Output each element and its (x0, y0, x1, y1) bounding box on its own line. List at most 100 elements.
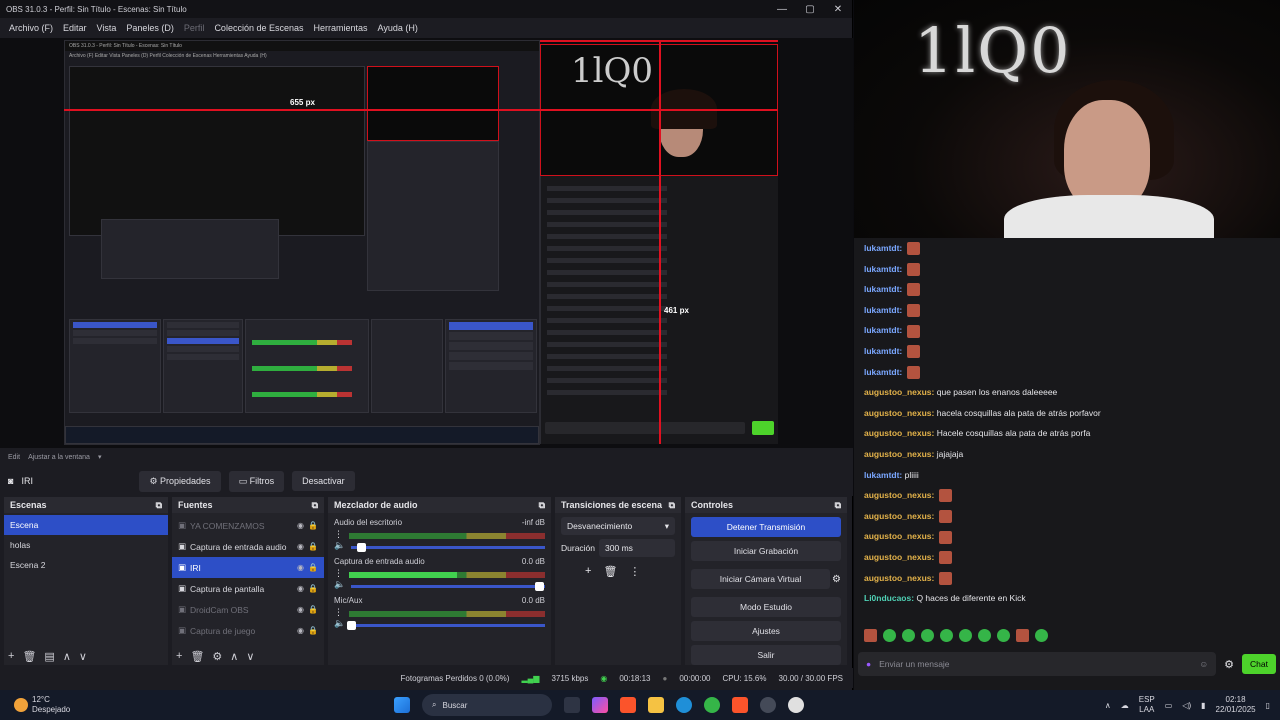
menu-profile[interactable]: Perfil (179, 23, 210, 33)
undock-icon[interactable]: ⧉ (312, 500, 318, 511)
chevron-up-icon[interactable]: ∧ (1105, 701, 1111, 710)
add-icon[interactable]: + (176, 650, 182, 663)
undock-icon[interactable]: ⧉ (156, 500, 162, 511)
lock-icon[interactable]: 🔒 (308, 605, 318, 614)
menu-edit[interactable]: Editar (58, 23, 92, 33)
chat-username[interactable]: augustoo_nexus: (864, 449, 934, 459)
spotify-icon[interactable] (704, 697, 720, 713)
arrow-up-icon[interactable]: ∧ (63, 650, 71, 663)
menu-tools[interactable]: Herramientas (309, 23, 373, 33)
start-virtual-camera-button[interactable]: Iniciar Cámara Virtual (691, 569, 831, 589)
emote-icon[interactable] (1035, 629, 1048, 642)
volume-slider[interactable] (351, 582, 545, 591)
emote-icon[interactable] (864, 629, 877, 642)
gear-icon[interactable]: ⚙ (832, 574, 841, 585)
undock-icon[interactable]: ⧉ (835, 500, 841, 511)
battery-icon[interactable]: ▮ (1201, 701, 1205, 710)
emote-icon[interactable] (959, 629, 972, 642)
duration-input[interactable]: 300 ms (599, 539, 675, 557)
eye-icon[interactable]: ◉ (297, 542, 304, 551)
more-icon[interactable]: ⋮ (334, 607, 343, 618)
start-recording-button[interactable]: Iniciar Grabación (691, 541, 841, 561)
settings-button[interactable]: Ajustes (691, 621, 841, 641)
gear-icon[interactable]: ⚙ (212, 650, 222, 663)
exit-button[interactable]: Salir (691, 645, 841, 665)
minimize-icon[interactable]: — (768, 4, 796, 15)
mic-icon[interactable]: ● (866, 659, 871, 669)
lock-icon[interactable]: 🔒 (308, 542, 318, 551)
more-icon[interactable]: ⋮ (334, 568, 343, 579)
lock-icon[interactable]: 🔒 (308, 626, 318, 635)
emote-icon[interactable] (902, 629, 915, 642)
trash-icon[interactable]: 🗑 (190, 650, 204, 663)
chat-send-button[interactable]: Chat (1242, 654, 1276, 674)
close-icon[interactable]: ✕ (824, 4, 852, 15)
stop-streaming-button[interactable]: Detener Transmisión (691, 517, 841, 537)
arrow-up-icon[interactable]: ∧ (230, 650, 238, 663)
app-icon[interactable] (788, 697, 804, 713)
lock-icon[interactable]: 🔒 (308, 563, 318, 572)
source-item[interactable]: ▣ DroidCam OBS ◉ 🔒 (172, 599, 324, 620)
scene-item[interactable]: Escena (4, 515, 168, 535)
scene-item[interactable]: holas (4, 535, 168, 555)
deactivate-button[interactable]: Desactivar (292, 471, 355, 491)
emote-icon[interactable] (940, 629, 953, 642)
menu-scene-collection[interactable]: Colección de Escenas (209, 23, 308, 33)
menu-help[interactable]: Ayuda (H) (373, 23, 423, 33)
emote-icon[interactable] (978, 629, 991, 642)
emote-icon[interactable] (1016, 629, 1029, 642)
file-explorer-icon[interactable] (648, 697, 664, 713)
filters-button[interactable]: ▭ Filtros (228, 470, 285, 492)
chat-username[interactable]: augustoo_nexus: (864, 511, 934, 521)
chat-username[interactable]: lukamtdt: (864, 367, 902, 377)
source-item[interactable]: ▣ Captura de entrada audio ◉ 🔒 (172, 536, 324, 557)
chat-username[interactable]: lukamtdt: (864, 284, 902, 294)
undock-icon[interactable]: ⧉ (669, 500, 675, 511)
trash-icon[interactable]: 🗑 (603, 565, 617, 578)
obs-app-icon[interactable] (760, 697, 776, 713)
emoji-icon[interactable]: ☺ (1199, 659, 1208, 669)
brave-browser-icon-2[interactable] (732, 697, 748, 713)
chevron-down-icon[interactable]: ▾ (98, 453, 102, 461)
chat-username[interactable]: Li0nducaos: (864, 593, 914, 603)
scene-item[interactable]: Escena 2 (4, 555, 168, 575)
maximize-icon[interactable]: ▢ (796, 4, 824, 15)
add-icon[interactable]: + (8, 650, 14, 663)
lock-icon[interactable]: 🔒 (308, 521, 318, 530)
chat-username[interactable]: augustoo_nexus: (864, 408, 934, 418)
studio-mode-button[interactable]: Modo Estudio (691, 597, 841, 617)
chat-username[interactable]: augustoo_nexus: (864, 387, 934, 397)
eye-icon[interactable]: ◉ (297, 626, 304, 635)
lock-icon[interactable]: 🔒 (308, 584, 318, 593)
speaker-icon[interactable]: 🔈 (334, 579, 345, 590)
chat-username[interactable]: augustoo_nexus: (864, 552, 934, 562)
emote-icon[interactable] (997, 629, 1010, 642)
eye-icon[interactable]: ◉ (297, 605, 304, 614)
volume-icon[interactable]: ◁) (1182, 701, 1191, 710)
volume-slider[interactable] (347, 621, 545, 630)
weather-widget[interactable]: 12°C Despejado (14, 695, 394, 715)
gear-icon[interactable]: ⚙ (1224, 658, 1234, 671)
copilot-icon[interactable] (592, 697, 608, 713)
chat-username[interactable]: lukamtdt: (864, 243, 902, 253)
chat-username[interactable]: lukamtdt: (864, 305, 902, 315)
speaker-icon[interactable]: 🔈 (334, 618, 345, 629)
speaker-icon[interactable]: 🔈 (334, 540, 345, 551)
source-item[interactable]: ▣ YA COMENZAMOS ◉ 🔒 (172, 515, 324, 536)
scale-select[interactable]: Ajustar a la ventana (28, 454, 90, 461)
chat-username[interactable]: augustoo_nexus: (864, 573, 934, 583)
edge-browser-icon[interactable] (676, 697, 692, 713)
add-icon[interactable]: + (585, 565, 591, 578)
cloud-icon[interactable]: ☁ (1121, 701, 1129, 710)
chat-username[interactable]: augustoo_nexus: (864, 490, 934, 500)
chat-username[interactable]: lukamtdt: (864, 264, 902, 274)
filter-icon[interactable]: ▤ (44, 650, 54, 663)
menu-docks[interactable]: Paneles (D) (121, 23, 179, 33)
brave-browser-icon[interactable] (620, 697, 636, 713)
menu-view[interactable]: Vista (92, 23, 122, 33)
source-item[interactable]: ▣ Captura de juego ◉ 🔒 (172, 620, 324, 641)
chat-username[interactable]: lukamtdt: (864, 346, 902, 356)
clock[interactable]: 02:18 22/01/2025 (1216, 695, 1256, 715)
arrow-down-icon[interactable]: ∨ (246, 650, 254, 663)
emote-icon[interactable] (921, 629, 934, 642)
